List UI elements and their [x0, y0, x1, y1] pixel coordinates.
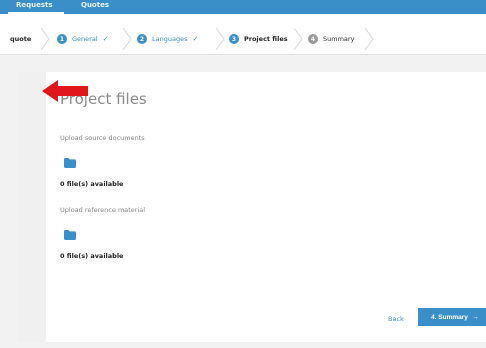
step-languages[interactable]: 2 Languages ✓ — [137, 32, 198, 46]
next-summary-button[interactable]: 4. Summary → — [418, 308, 486, 326]
tab-quotes[interactable]: Quotes — [81, 1, 109, 9]
step-general-label: General — [72, 35, 98, 43]
chevron-separator-icon — [293, 28, 303, 50]
red-arrow-annotation-icon — [42, 80, 88, 102]
top-navigation: Requests Quotes — [0, 0, 486, 14]
step-number-badge: 4 — [308, 34, 318, 44]
step-summary[interactable]: 4 Summary — [308, 32, 354, 46]
step-general[interactable]: 1 General ✓ — [57, 32, 109, 46]
step-quote[interactable]: quote — [10, 32, 31, 46]
chevron-separator-icon — [40, 28, 50, 50]
app-root: Requests Quotes quote 1 General ✓ 2 Lang… — [0, 0, 486, 348]
reference-files-count: 0 file(s) available — [60, 252, 124, 260]
project-files-panel: Project files Upload source documents 0 … — [46, 72, 486, 342]
step-languages-label: Languages — [152, 35, 188, 43]
source-files-count: 0 file(s) available — [60, 180, 124, 188]
step-quote-label: quote — [10, 35, 32, 43]
check-icon: ✓ — [102, 35, 109, 43]
check-icon: ✓ — [192, 35, 199, 43]
wizard-steps: quote 1 General ✓ 2 Languages ✓ 3 Projec… — [0, 14, 486, 55]
upload-source-label: Upload source documents — [60, 134, 145, 142]
step-number-badge: 2 — [137, 34, 147, 44]
step-number-badge: 3 — [229, 34, 239, 44]
folder-icon[interactable] — [64, 158, 76, 168]
chevron-separator-icon — [215, 28, 225, 50]
arrow-right-icon: → — [471, 313, 479, 321]
next-summary-button-label: 4. Summary — [431, 313, 468, 321]
chevron-separator-icon — [364, 28, 374, 50]
step-number-badge: 1 — [57, 34, 67, 44]
chevron-separator-icon — [122, 28, 132, 50]
step-summary-label: Summary — [323, 35, 355, 43]
left-gutter — [18, 72, 46, 342]
folder-icon[interactable] — [64, 230, 76, 240]
upload-reference-label: Upload reference material — [60, 206, 146, 214]
step-project-files[interactable]: 3 Project files — [229, 32, 288, 46]
step-project-files-label: Project files — [244, 35, 288, 43]
back-link[interactable]: Back — [388, 315, 404, 323]
tab-requests[interactable]: Requests — [16, 1, 53, 9]
